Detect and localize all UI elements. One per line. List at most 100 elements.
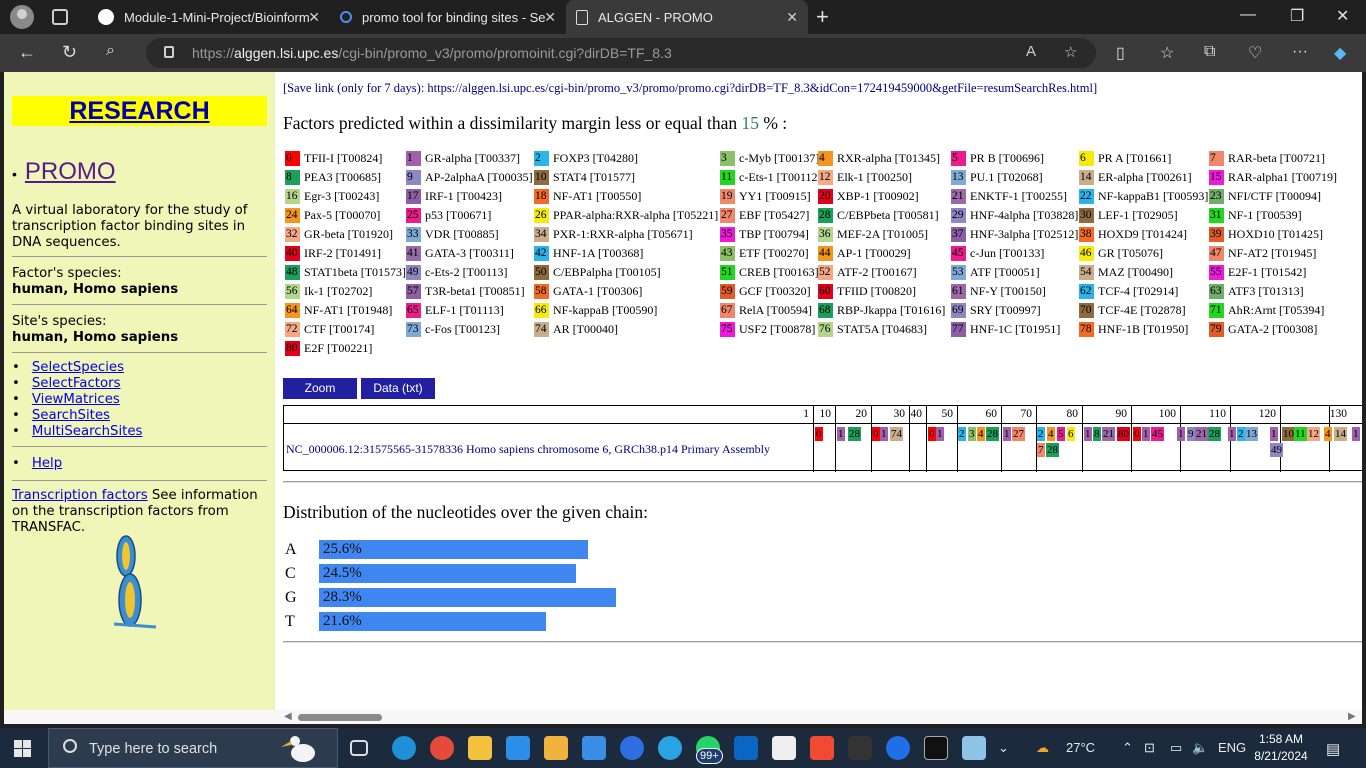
research-link[interactable]: RESEARCH (69, 97, 209, 125)
tab-search[interactable]: promo tool for binding sites - Se ✕ (330, 0, 566, 34)
app-c-icon[interactable] (848, 736, 872, 760)
tray-overflow-icon[interactable]: ⌄ (998, 740, 1009, 756)
binding-site-mark[interactable]: 1 (1352, 427, 1360, 441)
binding-site-mark[interactable]: 1 (837, 427, 845, 441)
binding-site-mark[interactable]: 14 (1334, 427, 1347, 441)
task-view-icon[interactable] (350, 740, 368, 756)
browser-essentials-icon[interactable]: ♡ (1248, 43, 1262, 63)
binding-site-mark[interactable]: 74 (890, 427, 903, 441)
binding-site-mark[interactable]: 13 (1245, 427, 1258, 441)
read-aloud-icon[interactable]: A (1026, 43, 1036, 60)
weather-temp[interactable]: 27°C (1066, 740, 1095, 755)
language-indicator[interactable]: ENG (1218, 740, 1246, 755)
select-factors-link[interactable]: SelectFactors (32, 376, 121, 391)
app-icon[interactable] (810, 736, 834, 760)
view-matrices-link[interactable]: ViewMatrices (32, 392, 120, 407)
file-explorer-icon[interactable] (468, 736, 492, 760)
binding-site-mark[interactable]: 49 (1270, 443, 1283, 457)
binding-site-mark[interactable]: 6 (1067, 427, 1075, 441)
binding-site-mark[interactable]: 4 (1047, 427, 1055, 441)
refresh-icon[interactable]: ↻ (62, 42, 77, 63)
collections-icon[interactable]: ⧉ (1204, 43, 1215, 61)
binding-site-mark[interactable]: 4 (977, 427, 985, 441)
promo-link[interactable]: PROMO (25, 158, 116, 185)
more-menu-icon[interactable]: ··· (1292, 43, 1308, 61)
restore-icon[interactable]: ❐ (1290, 6, 1304, 26)
binding-site-mark[interactable]: 0 (928, 427, 936, 441)
binding-site-mark[interactable]: 1 (1177, 427, 1185, 441)
taskbar-search-box[interactable]: Type here to search (48, 728, 338, 768)
binding-site-mark[interactable]: 12 (1307, 427, 1320, 441)
zoom-app-icon[interactable] (620, 736, 644, 760)
favorites-icon[interactable]: ☆ (1160, 43, 1174, 63)
volume-icon[interactable]: 🔈 (1192, 740, 1208, 756)
profile-avatar-icon[interactable] (10, 5, 34, 29)
battery-icon[interactable]: ▭ (1170, 740, 1182, 756)
binding-site-mark[interactable]: 21 (1195, 427, 1208, 441)
edge-icon[interactable] (392, 736, 416, 760)
binding-site-mark[interactable]: 28 (1046, 443, 1059, 457)
binding-site-mark[interactable]: 27 (1012, 427, 1025, 441)
binding-site-mark[interactable]: 9 (1187, 427, 1195, 441)
tab-actions-icon[interactable] (52, 9, 68, 25)
mail-icon[interactable] (582, 736, 606, 760)
binding-site-mark[interactable]: 1 (1228, 427, 1236, 441)
chrome-icon[interactable] (430, 736, 454, 760)
save-link-text[interactable]: [Save link (only for 7 days): https://al… (283, 81, 1097, 96)
binding-site-mark[interactable]: 2 (1237, 427, 1245, 441)
url-text[interactable]: https://alggen.lsi.upc.es/cgi-bin/promo_… (192, 45, 672, 61)
binding-site-mark[interactable]: 80 (1117, 427, 1130, 441)
binding-site-mark[interactable]: 11 (1294, 427, 1307, 441)
horizontal-scrollbar[interactable]: ◀ ▶ (4, 710, 1362, 724)
binding-site-mark[interactable]: 0 (1133, 427, 1141, 441)
lock-icon[interactable] (164, 46, 174, 58)
close-tab-icon[interactable]: ✕ (786, 9, 798, 26)
binding-site-mark[interactable]: 1 (1142, 427, 1150, 441)
binding-site-mark[interactable]: 2 (1037, 427, 1045, 441)
binding-site-mark[interactable]: 1 (880, 427, 888, 441)
minimize-icon[interactable]: — (1240, 6, 1256, 24)
binding-site-mark[interactable]: 4 (1324, 427, 1332, 441)
windows-start-icon[interactable] (14, 740, 31, 757)
close-window-icon[interactable]: ✕ (1336, 6, 1349, 26)
binding-site-mark[interactable]: 3 (968, 427, 976, 441)
binding-site-mark[interactable]: 2 (958, 427, 966, 441)
scroll-right-icon[interactable]: ▶ (1348, 711, 1356, 722)
scroll-thumb[interactable] (298, 714, 382, 721)
zoom-button[interactable]: Zoom (283, 378, 357, 399)
binding-site-mark[interactable]: 1 (1003, 427, 1011, 441)
chatgpt-icon[interactable] (772, 736, 796, 760)
binding-site-mark[interactable]: 45 (1151, 427, 1164, 441)
close-tab-icon[interactable]: ✕ (308, 9, 320, 26)
binding-site-mark[interactable]: 1 (936, 427, 944, 441)
notepad-icon[interactable] (962, 736, 986, 760)
network-icon[interactable]: ⊡ (1144, 740, 1155, 756)
scroll-left-icon[interactable]: ◀ (284, 711, 292, 722)
terminal-icon[interactable] (924, 736, 948, 760)
close-tab-icon[interactable]: ✕ (544, 9, 556, 26)
binding-site-mark[interactable]: 0 (872, 427, 880, 441)
calendar-icon[interactable] (506, 736, 530, 760)
select-species-link[interactable]: SelectSpecies (32, 360, 124, 375)
transcription-factors-link[interactable]: Transcription factors (12, 488, 148, 503)
help-link[interactable]: Help (32, 456, 62, 471)
back-icon[interactable]: ← (18, 42, 36, 63)
binding-site-mark[interactable]: 0 (815, 427, 823, 441)
store-icon[interactable] (544, 736, 568, 760)
binding-site-mark[interactable]: 7 (1037, 443, 1045, 457)
binding-site-mark[interactable]: 28 (848, 427, 861, 441)
search-icon[interactable]: ⌕ (106, 42, 115, 60)
weather-icon[interactable]: ☁ (1036, 740, 1049, 756)
binding-site-mark[interactable]: 1 (1270, 427, 1278, 441)
notification-center-icon[interactable]: ▤ (1326, 740, 1340, 758)
binding-site-mark[interactable]: 5 (1057, 427, 1065, 441)
multi-search-sites-link[interactable]: MultiSearchSites (32, 424, 143, 439)
binding-site-mark[interactable]: 1 (1084, 427, 1092, 441)
app-c-blue-icon[interactable] (886, 736, 910, 760)
binding-site-mark[interactable]: 8 (1093, 427, 1101, 441)
linkedin-icon[interactable] (734, 736, 758, 760)
binding-site-mark[interactable]: 28 (1208, 427, 1221, 441)
tab-alggen-promo[interactable]: ALGGEN - PROMO ✕ (566, 0, 808, 34)
url-bar[interactable]: https://alggen.lsi.upc.es/cgi-bin/promo_… (146, 38, 1096, 68)
taskbar-clock[interactable]: 1:58 AM 8/21/2024 (1250, 731, 1312, 765)
